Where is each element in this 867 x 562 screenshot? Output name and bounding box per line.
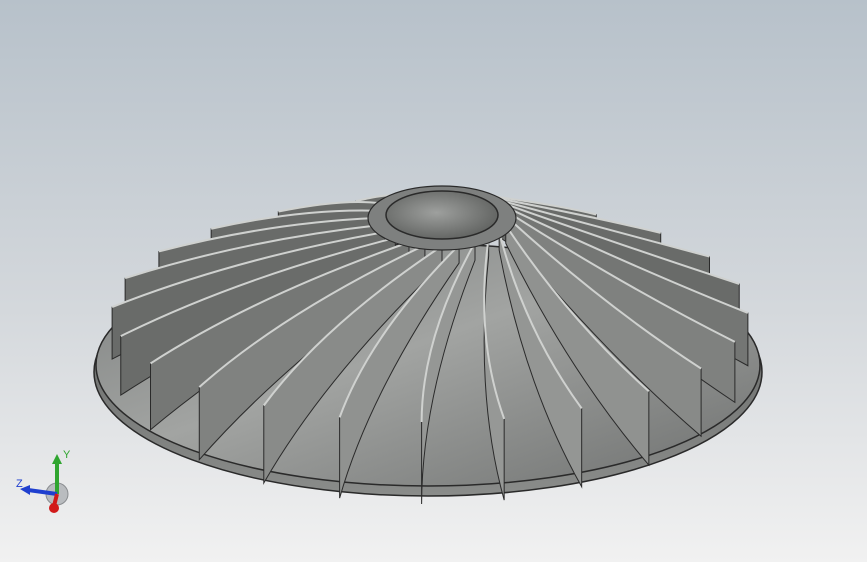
y-axis-arrow <box>52 454 62 464</box>
axis-triad: Y Z <box>16 449 71 513</box>
y-axis-label: Y <box>63 449 71 461</box>
graphics-viewport[interactable]: Y Z <box>0 0 867 562</box>
shaft-bore <box>385 190 499 240</box>
z-axis-label: Z <box>16 478 23 490</box>
impeller-model[interactable] <box>0 0 867 562</box>
